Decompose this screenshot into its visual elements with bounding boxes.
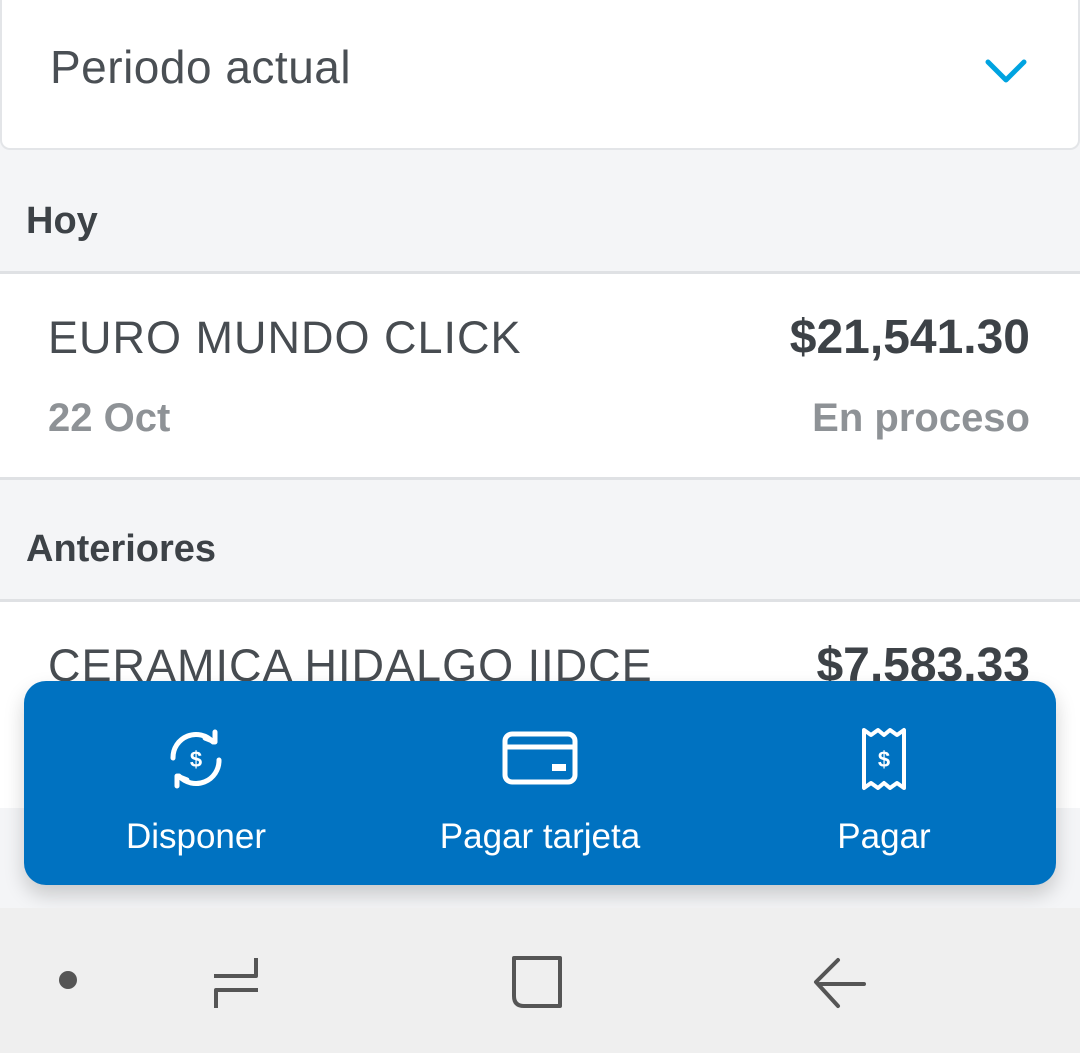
recent-apps-icon[interactable] (208, 956, 264, 1012)
period-selector[interactable]: Periodo actual (0, 0, 1080, 150)
system-navigation-bar (0, 908, 1080, 1053)
credit-card-icon (502, 723, 578, 795)
pagar-button[interactable]: $ Pagar (734, 681, 1034, 885)
section-header-today: Hoy (0, 150, 1080, 274)
section-header-previous: Anteriores (0, 480, 1080, 602)
svg-text:$: $ (190, 747, 202, 772)
home-icon[interactable] (510, 954, 566, 1010)
cash-exchange-icon: $ (161, 723, 231, 795)
svg-text:$: $ (878, 747, 890, 772)
pagar-tarjeta-button[interactable]: Pagar tarjeta (390, 681, 690, 885)
section-title: Hoy (26, 200, 98, 242)
transaction-status: En proceso (812, 396, 1030, 440)
quick-actions-bar: $ Disponer Pagar tarjeta $ Pagar (24, 681, 1056, 885)
section-title: Anteriores (26, 528, 217, 570)
disponer-button[interactable]: $ Disponer (46, 681, 346, 885)
back-arrow-icon[interactable] (812, 956, 868, 1012)
action-label: Pagar (837, 817, 931, 856)
action-label: Pagar tarjeta (439, 817, 641, 856)
transaction-merchant: EURO MUNDO CLICK (48, 312, 522, 363)
chevron-down-icon (985, 59, 1027, 83)
transaction-row[interactable]: EURO MUNDO CLICK $21,541.30 22 Oct En pr… (0, 274, 1080, 480)
transaction-date: 22 Oct (48, 396, 171, 440)
action-label: Disponer (125, 817, 267, 856)
period-label: Periodo actual (50, 41, 352, 93)
receipt-icon: $ (859, 723, 909, 795)
transaction-amount: $21,541.30 (789, 311, 1030, 364)
dot-icon[interactable] (58, 970, 78, 990)
